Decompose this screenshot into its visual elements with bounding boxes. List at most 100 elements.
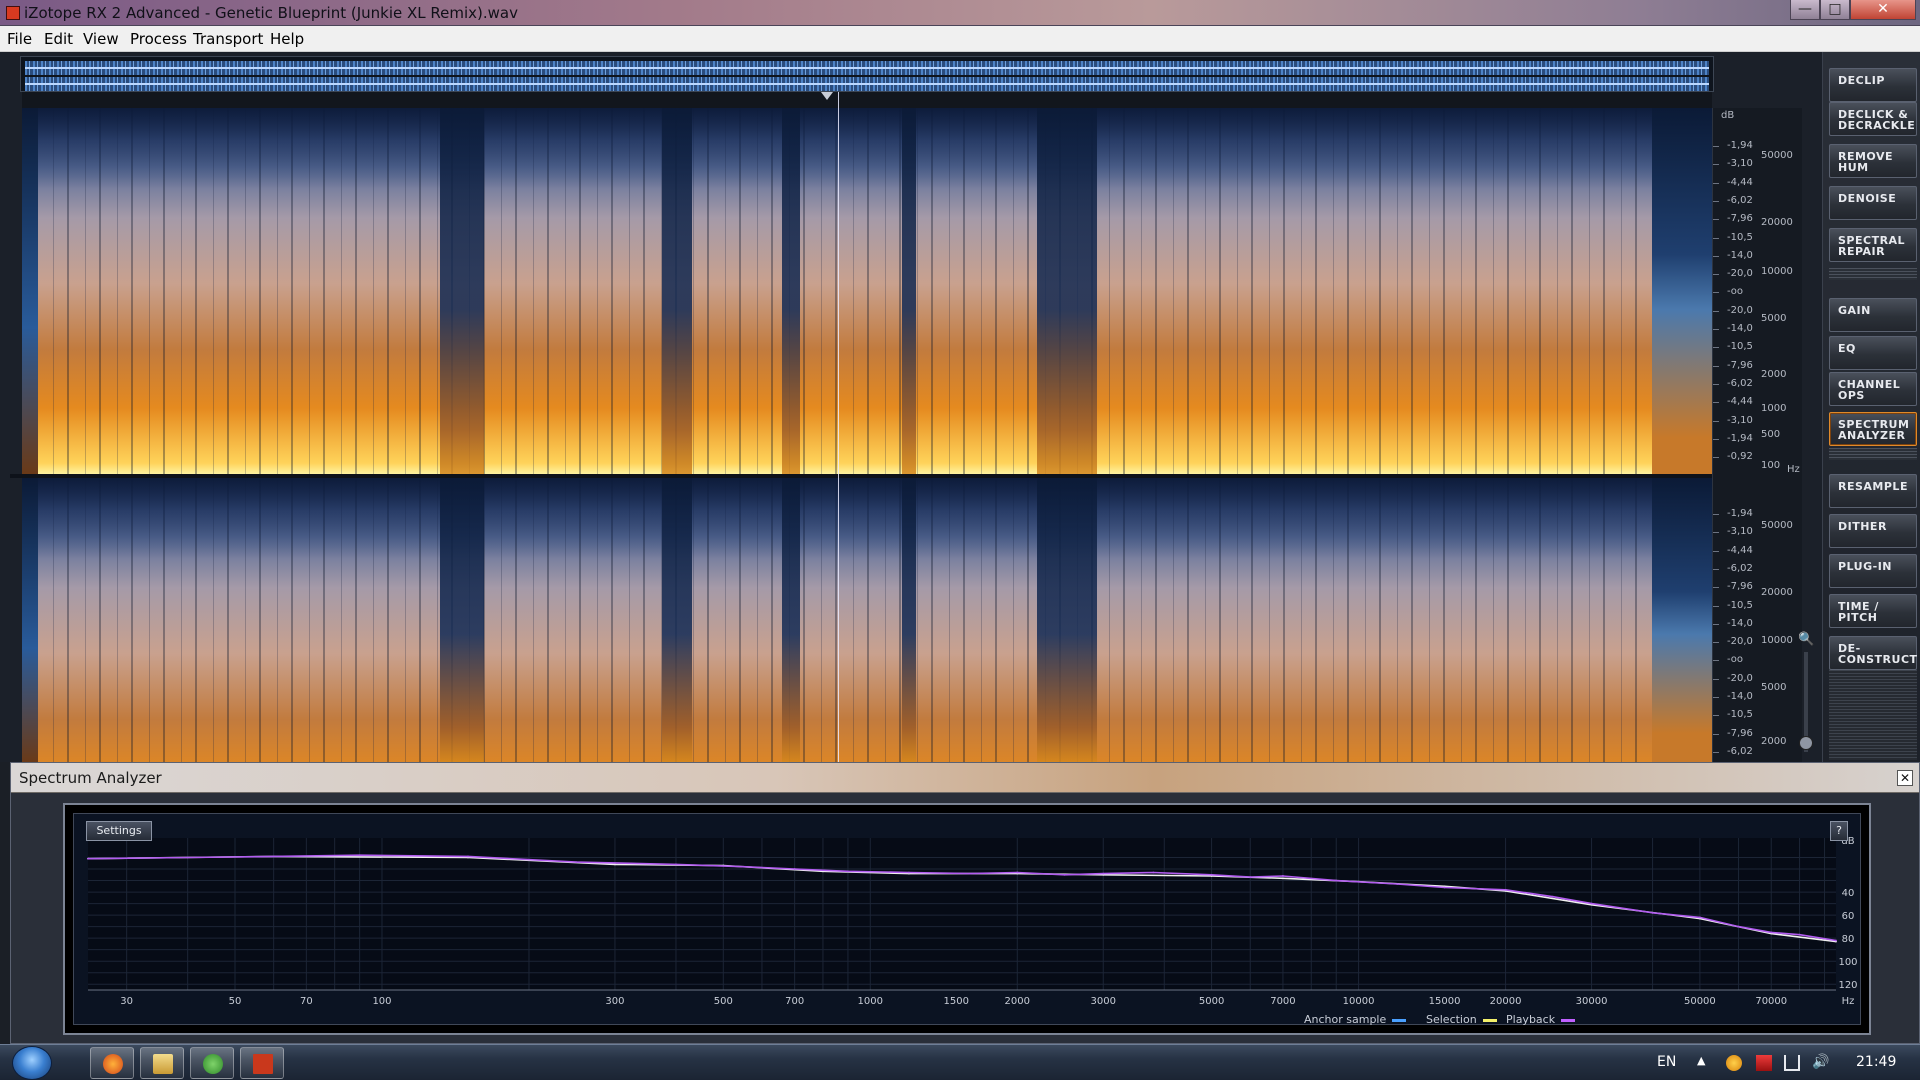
network-icon[interactable] xyxy=(1784,1055,1800,1071)
hz-scale-tick-label: 50000 xyxy=(1761,150,1793,161)
data-point-playback xyxy=(1590,902,1593,905)
db-scale-tick-label: -7,96 xyxy=(1727,727,1753,739)
data-point-playback xyxy=(1102,872,1105,875)
clock[interactable]: 21:49 xyxy=(1856,1054,1896,1070)
x-tick-label: 70 xyxy=(300,996,313,1007)
tool-gain-button[interactable]: GAIN xyxy=(1829,298,1917,332)
data-point-playback xyxy=(467,855,469,858)
maximize-button[interactable]: □ xyxy=(1820,0,1850,20)
db-scale-tick-label: -20,0 xyxy=(1727,636,1753,648)
tool-plug-in-button[interactable]: PLUG-IN xyxy=(1829,554,1917,588)
db-scale-tick-label: -6,02 xyxy=(1727,745,1753,757)
menu-file[interactable]: File xyxy=(7,30,32,48)
taskbar-izotope-rx[interactable] xyxy=(240,1047,284,1079)
tool-spectrum-analyzer-button[interactable]: SPECTRUM ANALYZER xyxy=(1829,412,1917,446)
scale-tick xyxy=(1713,347,1719,349)
db-scale-tick-label: -4,44 xyxy=(1727,176,1753,188)
spectrogram-right-channel[interactable] xyxy=(22,478,1712,762)
scale-tick xyxy=(1713,274,1719,276)
hz-unit-label: Hz xyxy=(1787,464,1800,475)
scale-tick xyxy=(1713,660,1719,662)
legend-swatch xyxy=(1392,1018,1407,1022)
tool-time-pitch-button[interactable]: TIME / PITCH xyxy=(1829,594,1917,628)
spectro-quiet-band xyxy=(440,478,484,762)
db-scale-tick-label: -1,94 xyxy=(1727,432,1753,444)
spectro-quiet-band xyxy=(782,478,800,762)
data-point-playback xyxy=(575,861,578,864)
hz-scale-tick-label: 2000 xyxy=(1761,369,1787,380)
scale-tick xyxy=(1713,642,1719,644)
volume-icon[interactable]: 🔊 xyxy=(1812,1054,1829,1070)
menu-edit[interactable]: Edit xyxy=(44,30,73,48)
playback-cursor[interactable] xyxy=(838,92,839,762)
close-button[interactable]: ✕ xyxy=(1850,0,1916,20)
hz-scale-tick-label: 20000 xyxy=(1761,587,1793,598)
tool-eq-button[interactable]: EQ xyxy=(1829,336,1917,370)
db-scale-tick-label: -14,0 xyxy=(1727,323,1753,334)
waveform-overview[interactable] xyxy=(20,56,1714,92)
scale-tick xyxy=(1713,457,1719,459)
spectrum-analyzer-frame: 30 50 70 100 300 500 700 1000 1500 2000 3000 5000 70… xyxy=(63,803,1871,1035)
taskbar-explorer[interactable] xyxy=(140,1047,184,1079)
language-indicator[interactable]: EN xyxy=(1657,1054,1676,1070)
taskbar-firefox[interactable] xyxy=(90,1047,134,1079)
x-tick-label: 50 xyxy=(229,996,242,1007)
scale-tick xyxy=(1713,200,1719,202)
y-tick-label: 100 xyxy=(1838,957,1857,968)
tool-resample-button[interactable]: RESAMPLE xyxy=(1829,474,1917,508)
x-tick-label: 10000 xyxy=(1343,996,1375,1007)
menu-transport[interactable]: Transport xyxy=(193,30,263,48)
x-tick-label: 50000 xyxy=(1684,996,1716,1007)
zoom-slider-handle[interactable] xyxy=(1799,736,1813,750)
db-scale-tick-label: -3,10 xyxy=(1727,158,1753,170)
overview-center-line-left xyxy=(25,67,1709,69)
start-button[interactable] xyxy=(12,1046,52,1080)
scale-tick xyxy=(1713,623,1719,625)
spectrogram-left-channel[interactable] xyxy=(22,108,1712,474)
spectrum-analyzer-close-button[interactable]: ✕ xyxy=(1897,770,1913,786)
timeline-ruler[interactable] xyxy=(22,92,1712,108)
settings-button[interactable]: Settings xyxy=(86,821,152,841)
show-hidden-icons[interactable]: ▲ xyxy=(1697,1054,1705,1067)
spectrum-analyzer-window: Spectrum Analyzer ✕ 30 50 70 100 300 500 700 10… xyxy=(10,762,1920,1044)
menu-process[interactable]: Process xyxy=(130,30,187,48)
legend-anchor-sample: Anchor sample xyxy=(1304,1013,1407,1026)
data-point-playback xyxy=(1443,886,1446,889)
scale-tick xyxy=(1713,438,1719,440)
tool-declip-button[interactable]: DECLIP xyxy=(1829,68,1917,102)
data-point-playback xyxy=(1282,875,1284,877)
tray-app-icon[interactable] xyxy=(1726,1055,1742,1071)
spectro-quiet-band xyxy=(1037,108,1097,474)
menu-help[interactable]: Help xyxy=(270,30,304,48)
zoom-icon[interactable]: 🔍 xyxy=(1798,632,1814,647)
scale-tick xyxy=(1713,255,1719,257)
action-center-flag-icon[interactable] xyxy=(1756,1055,1772,1071)
data-point-playback xyxy=(272,855,275,858)
taskbar-utorrent[interactable] xyxy=(190,1047,234,1079)
spectrum-analyzer-titlebar[interactable]: Spectrum Analyzer ✕ xyxy=(11,763,1919,793)
minimize-button[interactable]: — xyxy=(1790,0,1820,20)
help-button[interactable]: ? xyxy=(1830,821,1848,841)
spectrum-plot-area: 30 50 70 100 300 500 700 1000 1500 2000 3000 5000 70… xyxy=(73,813,1861,1026)
tool-denoise-button[interactable]: DENOISE xyxy=(1829,186,1917,220)
tool-channel-ops-button[interactable]: CHANNEL OPS xyxy=(1829,372,1917,406)
x-tick-label: 700 xyxy=(785,996,804,1007)
data-point-playback xyxy=(358,854,361,857)
spectro-quiet-band xyxy=(662,478,692,762)
window-title: iZotope RX 2 Advanced - Genetic Blueprin… xyxy=(24,4,519,22)
tool-de-construct-button[interactable]: DE-CONSTRUCT xyxy=(1829,636,1917,670)
scale-tick xyxy=(1713,514,1719,515)
module-panel: DECLIP DECLICK & DECRACKLE REMOVE HUM DENOI… xyxy=(1822,52,1920,762)
spectro-quiet-band xyxy=(902,108,916,474)
tool-dither-button[interactable]: DITHER xyxy=(1829,514,1917,548)
playhead-marker[interactable] xyxy=(821,92,833,100)
scale-tick xyxy=(1713,164,1719,166)
tool-declick-decrackle-button[interactable]: DECLICK & DECRACKLE xyxy=(1829,102,1917,136)
tool-remove-hum-button[interactable]: REMOVE HUM xyxy=(1829,144,1917,178)
menu-view[interactable]: View xyxy=(83,30,119,48)
tool-spectral-repair-button[interactable]: SPECTRAL REPAIR xyxy=(1829,228,1917,262)
legend-label: Anchor sample xyxy=(1304,1013,1387,1026)
legend-swatch xyxy=(1482,1018,1497,1022)
data-point-playback xyxy=(1798,933,1801,936)
db-scale-tick-label: -14,0 xyxy=(1727,691,1753,702)
